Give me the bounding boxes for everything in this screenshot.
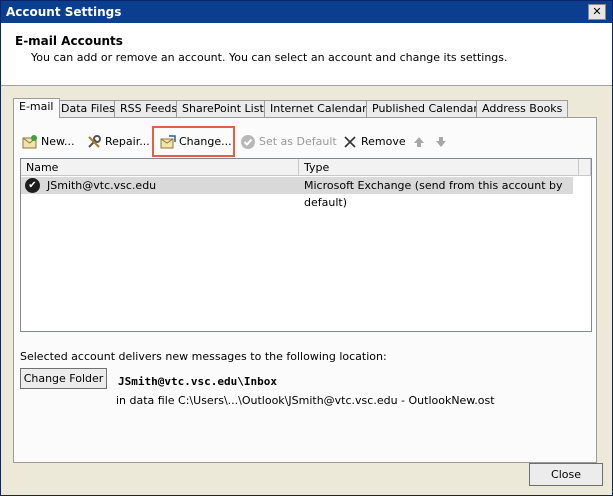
delivery-location-label: Selected account delivers new messages t… bbox=[20, 350, 387, 363]
dialog-header: E-mail Accounts You can add or remove an… bbox=[1, 23, 612, 86]
tab-sharepoint-lists[interactable]: SharePoint Lists bbox=[176, 100, 276, 117]
tab-rss-feeds[interactable]: RSS Feeds bbox=[114, 100, 184, 117]
close-button[interactable]: Close bbox=[529, 463, 603, 486]
title-bar: Account Settings ✕ bbox=[1, 1, 612, 23]
down-arrow-icon bbox=[436, 137, 446, 147]
remove-x-icon bbox=[344, 136, 356, 148]
tab-data-files[interactable]: Data Files bbox=[55, 100, 121, 117]
change-button-label: Change... bbox=[179, 135, 232, 148]
column-header-filler bbox=[579, 159, 591, 176]
tab-address-books[interactable]: Address Books bbox=[476, 100, 569, 117]
up-arrow-icon bbox=[414, 137, 424, 147]
tab-published-calendars[interactable]: Published Calendars bbox=[366, 100, 490, 117]
remove-button[interactable]: Remove bbox=[342, 132, 406, 152]
change-button[interactable]: Change... bbox=[160, 132, 232, 152]
window-close-button[interactable]: ✕ bbox=[588, 4, 606, 20]
window-title: Account Settings bbox=[6, 5, 122, 19]
repair-button[interactable]: Repair... bbox=[86, 132, 150, 152]
column-header-name[interactable]: Name bbox=[21, 159, 299, 176]
accounts-list[interactable]: Name Type ✔ JSmith@vtc.vsc.edu Microsoft… bbox=[20, 158, 592, 332]
set-as-default-label: Set as Default bbox=[259, 135, 337, 148]
account-type: Microsoft Exchange (send from this accou… bbox=[304, 179, 563, 209]
tab-internet-calendars[interactable]: Internet Calendars bbox=[264, 100, 379, 117]
new-button-label: New... bbox=[41, 135, 75, 148]
new-account-icon bbox=[22, 135, 37, 149]
header-title: E-mail Accounts bbox=[15, 34, 123, 48]
tab-email[interactable]: E-mail bbox=[13, 98, 60, 118]
repair-button-label: Repair... bbox=[105, 135, 150, 148]
table-row[interactable]: ✔ JSmith@vtc.vsc.edu Microsoft Exchange … bbox=[21, 177, 573, 209]
account-settings-window: Account Settings ✕ E-mail Accounts You c… bbox=[0, 0, 613, 496]
new-button[interactable]: New... bbox=[22, 132, 74, 152]
email-tab-panel: New... Repair... Change... Set as Defaul… bbox=[13, 117, 597, 463]
check-circle-icon bbox=[241, 135, 255, 149]
move-up-button[interactable] bbox=[411, 132, 430, 152]
header-subtitle: You can add or remove an account. You ca… bbox=[31, 51, 508, 64]
repair-icon bbox=[88, 135, 101, 148]
remove-button-label: Remove bbox=[361, 135, 406, 148]
default-account-check-icon: ✔ bbox=[25, 178, 40, 193]
delivery-data-file: in data file C:\Users\...\Outlook\JSmith… bbox=[116, 394, 495, 407]
change-folder-button[interactable]: Change Folder bbox=[20, 368, 107, 389]
set-as-default-button[interactable]: Set as Default bbox=[240, 132, 337, 152]
column-header-type[interactable]: Type bbox=[299, 159, 579, 176]
account-name: JSmith@vtc.vsc.edu bbox=[47, 179, 157, 192]
delivery-folder: JSmith@vtc.vsc.edu\Inbox bbox=[118, 375, 277, 388]
move-down-button[interactable] bbox=[433, 132, 452, 152]
change-account-icon bbox=[160, 135, 176, 149]
